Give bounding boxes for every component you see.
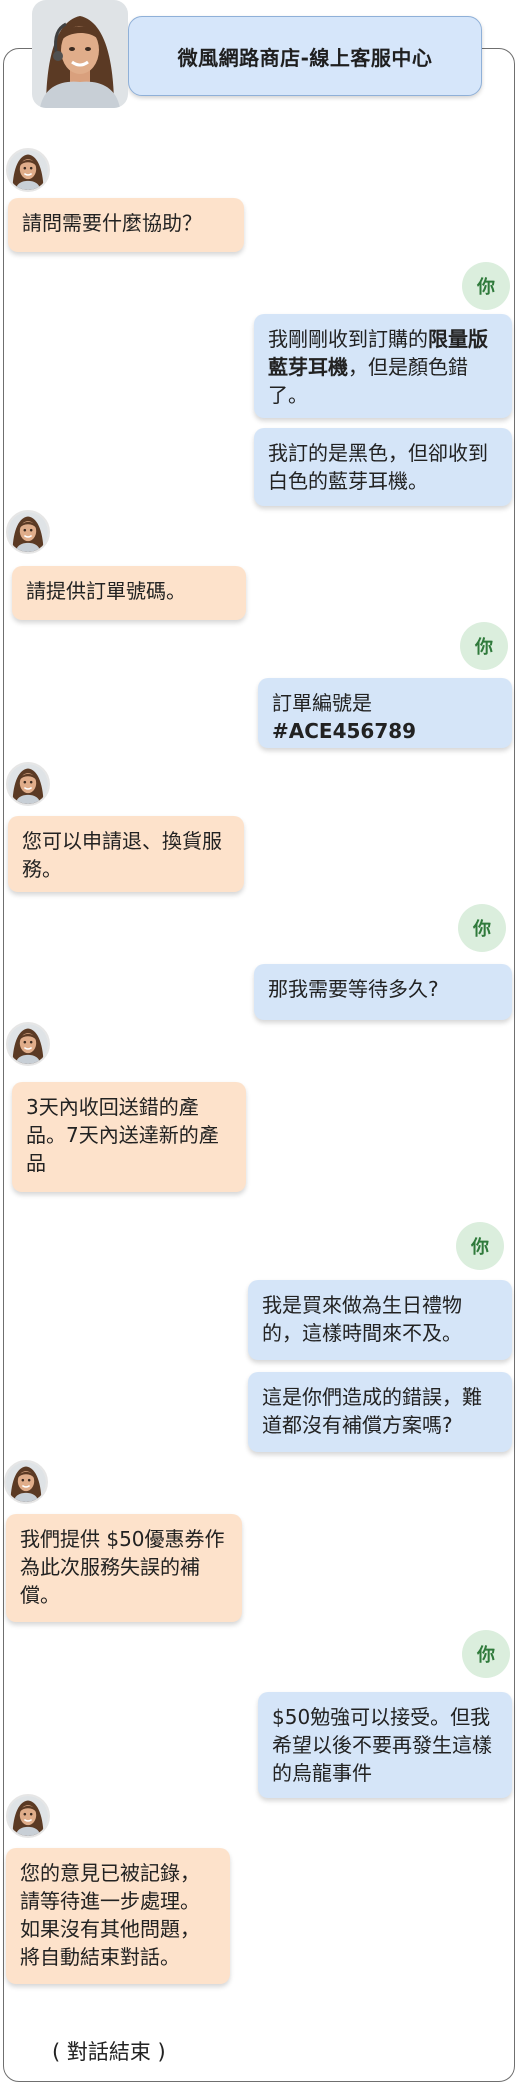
conversation-end-note: ( 對話結束 ) (52, 2040, 166, 2064)
agent-avatar-icon (4, 1460, 48, 1504)
user-message: 訂單編號是 #ACE456789 (258, 678, 512, 748)
user-you-badge: 你 (456, 1222, 504, 1270)
user-message: 我剛剛收到訂購的限量版藍芽耳機，但是顏色錯了。 (254, 314, 512, 418)
agent-message: 我們提供 $50優惠券作為此次服務失誤的補償。 (6, 1514, 242, 1622)
user-you-badge: 你 (462, 1630, 510, 1678)
user-you-badge: 你 (460, 622, 508, 670)
agent-message: 您可以申請退、換貨服務。 (8, 816, 244, 892)
agent-message: 請問需要什麼協助？ (8, 198, 244, 252)
user-message: 我是買來做為生日禮物的，這樣時間來不及。 (248, 1280, 512, 1360)
chat-header: 微風網路商店-線上客服中心 (128, 16, 482, 96)
user-message: $50勉強可以接受。但我希望以後不要再發生這樣的烏龍事件 (258, 1692, 512, 1798)
user-message: 那我需要等待多久? (254, 964, 512, 1020)
user-message: 這是你們造成的錯誤，難道都沒有補償方案嗎? (248, 1372, 512, 1452)
user-you-badge: 你 (458, 904, 506, 952)
support-agent-portrait-icon (32, 0, 128, 108)
chat-title: 微風網路商店-線上客服中心 (177, 45, 433, 70)
agent-message: 請提供訂單號碼。 (12, 566, 246, 620)
agent-avatar-icon (6, 148, 50, 192)
agent-avatar-icon (6, 1794, 50, 1838)
agent-avatar-icon (6, 510, 50, 554)
agent-avatar-icon (6, 1022, 50, 1066)
user-you-badge: 你 (462, 262, 510, 310)
user-message: 我訂的是黑色，但卻收到白色的藍芽耳機。 (254, 428, 512, 506)
agent-message: 3天內收回送錯的產品。7天內送達新的產品 (12, 1082, 246, 1192)
agent-message: 您的意見已被記錄，請等待進一步處理。如果沒有其他問題，將自動結束對話。 (6, 1848, 230, 1984)
agent-avatar-icon (6, 762, 50, 806)
